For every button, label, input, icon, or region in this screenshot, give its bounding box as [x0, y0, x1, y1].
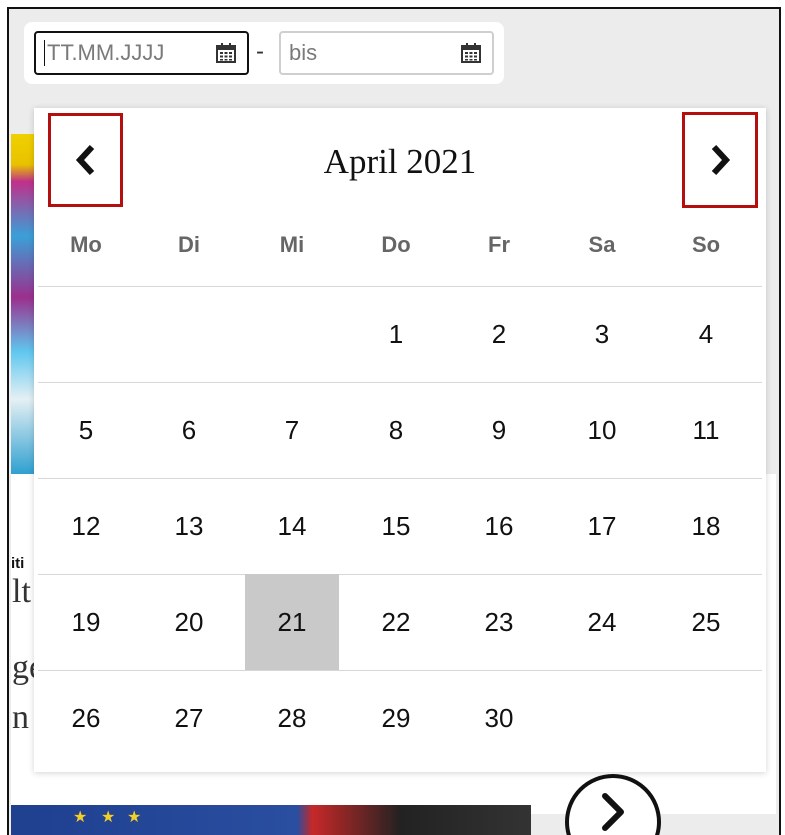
calendar-day[interactable]: 14 — [245, 478, 339, 574]
calendar-day[interactable]: 10 — [555, 382, 649, 478]
calendar-icon[interactable] — [460, 42, 482, 64]
background-headline-fragment-3: n — [12, 699, 29, 736]
range-separator: - — [256, 38, 264, 65]
calendar-day[interactable]: 5 — [39, 382, 133, 478]
calendar-day[interactable]: 25 — [659, 574, 753, 670]
calendar-day[interactable]: 8 — [349, 382, 443, 478]
next-month-button[interactable] — [682, 112, 758, 208]
calendar-day[interactable]: 20 — [142, 574, 236, 670]
weekday-label: So — [691, 232, 721, 257]
calendar-day[interactable]: 22 — [349, 574, 443, 670]
calendar-day[interactable]: 28 — [245, 670, 339, 766]
star-icon: ★ — [73, 809, 88, 826]
weekday-label: Mi — [279, 232, 305, 257]
star-icon: ★ — [101, 809, 116, 826]
star-icon: ★ — [127, 809, 142, 826]
calendar-day[interactable]: 2 — [452, 286, 546, 382]
calendar-day[interactable]: 7 — [245, 382, 339, 478]
calendar-day[interactable]: 1 — [349, 286, 443, 382]
date-range-picker: TT.MM.JJJJ - bis — [24, 22, 504, 84]
month-title: April 2021 — [323, 142, 477, 181]
chevron-right-icon — [711, 144, 731, 176]
datepicker-calendar: April 2021 Mo Di Mi Do Fr Sa So 1 2 3 4 5 6 7 8 9 10 11 1… — [34, 108, 766, 772]
calendar-day[interactable]: 24 — [555, 574, 649, 670]
calendar-day[interactable]: 16 — [452, 478, 546, 574]
date-to-input[interactable]: bis — [279, 31, 494, 75]
calendar-day[interactable]: 3 — [555, 286, 649, 382]
calendar-day[interactable]: 21 — [245, 574, 339, 670]
weekday-label: Fr — [488, 232, 510, 257]
calendar-day[interactable]: 26 — [39, 670, 133, 766]
calendar-day[interactable]: 15 — [349, 478, 443, 574]
weekday-label: Sa — [588, 232, 616, 257]
calendar-day[interactable]: 17 — [555, 478, 649, 574]
calendar-day[interactable]: 11 — [659, 382, 753, 478]
calendar-day[interactable]: 12 — [39, 478, 133, 574]
weekday-label: Di — [178, 232, 200, 257]
calendar-day[interactable]: 13 — [142, 478, 236, 574]
background-flag-image — [11, 805, 531, 835]
weekday-label: Mo — [70, 232, 102, 257]
calendar-day[interactable]: 6 — [142, 382, 236, 478]
background-headline-fragment-1: lt — [12, 573, 31, 610]
chevron-right-icon — [602, 793, 624, 831]
calendar-day[interactable]: 4 — [659, 286, 753, 382]
date-from-placeholder: TT.MM.JJJJ — [44, 40, 215, 66]
date-to-placeholder: bis — [289, 40, 318, 65]
calendar-day[interactable]: 27 — [142, 670, 236, 766]
calendar-day[interactable]: 9 — [452, 382, 546, 478]
date-from-input[interactable]: TT.MM.JJJJ — [34, 31, 249, 75]
calendar-day[interactable]: 19 — [39, 574, 133, 670]
background-category-fragment: iti — [11, 555, 25, 572]
calendar-header: April 2021 — [34, 108, 766, 228]
calendar-day[interactable]: 29 — [349, 670, 443, 766]
calendar-icon[interactable] — [215, 42, 237, 64]
weekday-label: Do — [381, 232, 411, 257]
calendar-day[interactable]: 30 — [452, 670, 546, 766]
calendar-day[interactable]: 18 — [659, 478, 753, 574]
calendar-day[interactable]: 23 — [452, 574, 546, 670]
